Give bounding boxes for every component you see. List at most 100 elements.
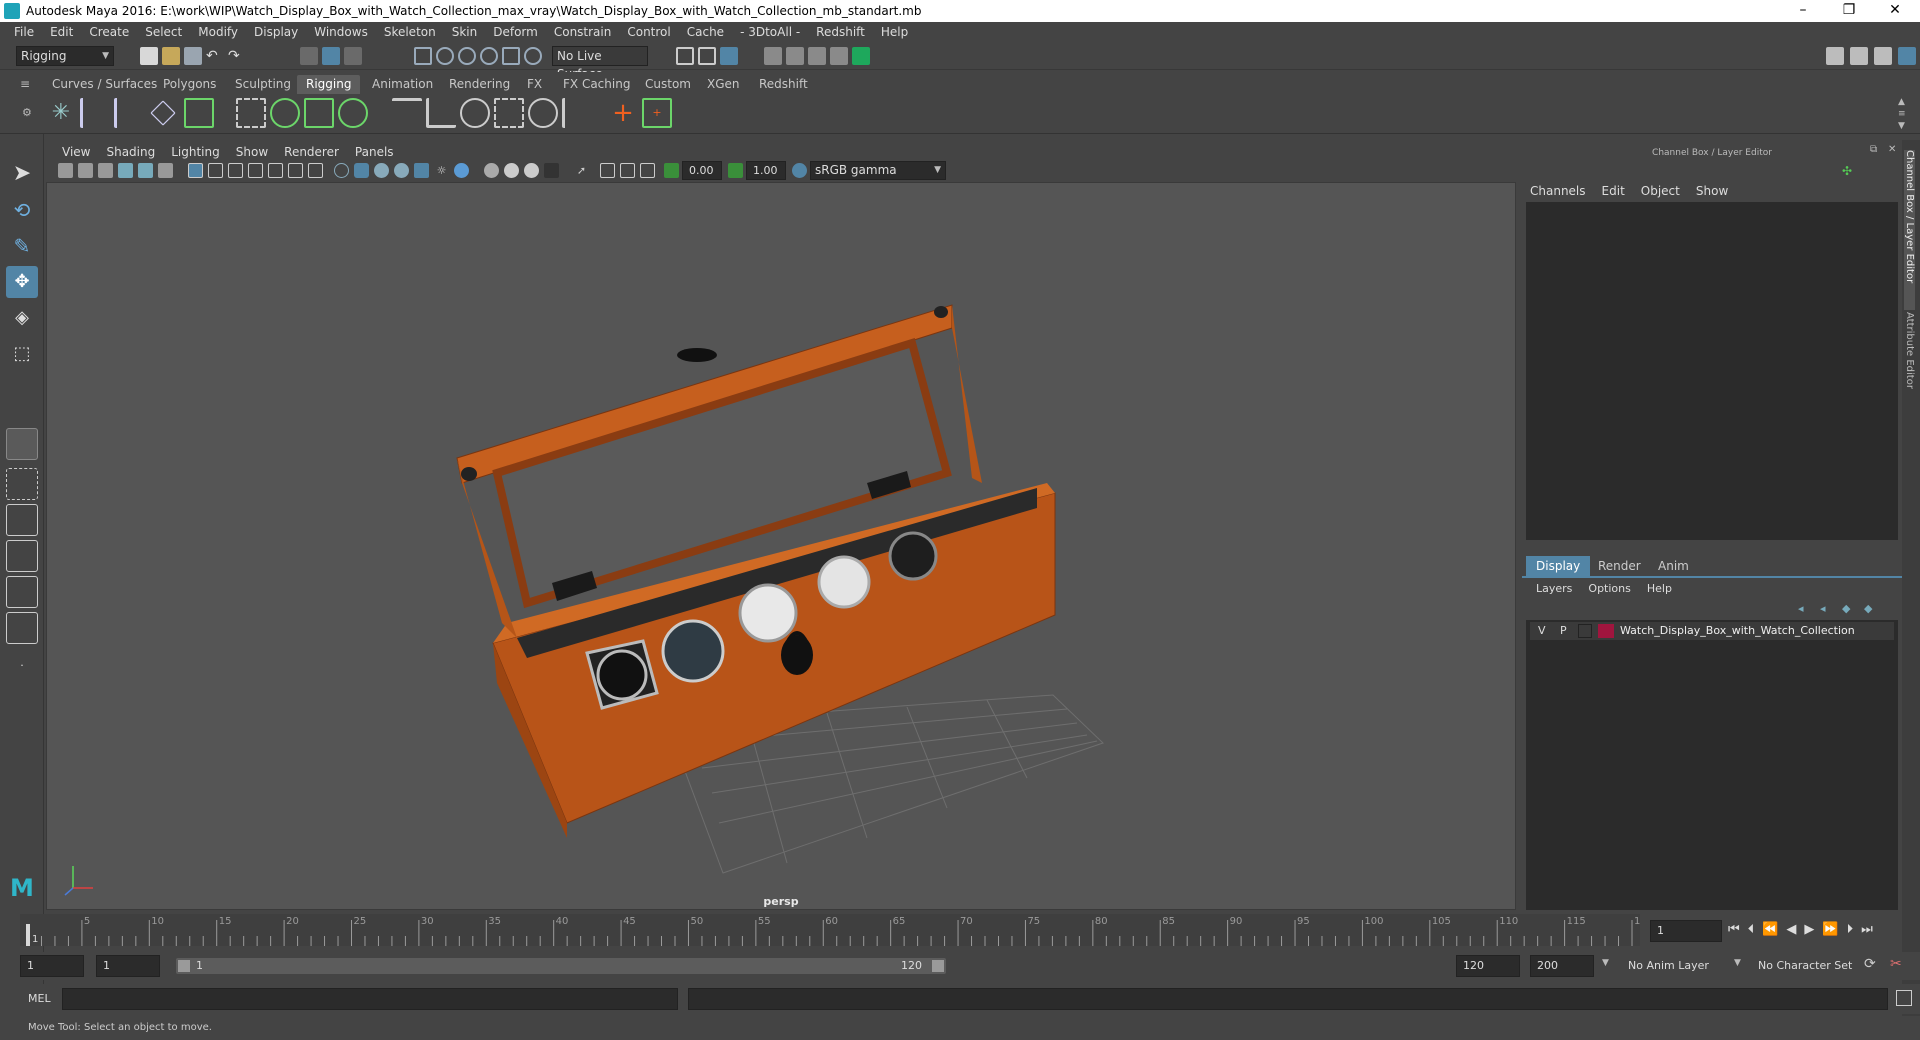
open-scene-icon[interactable] xyxy=(162,47,180,65)
render-settings-icon[interactable] xyxy=(786,47,804,65)
lattice-icon[interactable] xyxy=(304,98,334,128)
perspective-viewport[interactable]: persp xyxy=(46,182,1516,910)
step-back-key-icon[interactable]: ⏪ xyxy=(1762,922,1778,937)
wireframe-icon[interactable] xyxy=(334,163,349,178)
field-chart-icon[interactable] xyxy=(268,163,283,178)
menu-cache[interactable]: Cache xyxy=(679,25,732,39)
select-object-icon[interactable] xyxy=(322,47,340,65)
persp-graph-layout-icon[interactable] xyxy=(6,540,38,572)
use-all-lights-icon[interactable]: ☼ xyxy=(434,163,449,178)
xray-joints-icon[interactable] xyxy=(600,163,615,178)
locator-icon[interactable] xyxy=(150,100,176,126)
redshift-render-icon[interactable] xyxy=(852,47,870,65)
ik-spline-icon[interactable] xyxy=(114,98,144,128)
step-back-frame-icon[interactable]: ⏴ xyxy=(1748,922,1755,937)
menu-select[interactable]: Select xyxy=(137,25,190,39)
character-set-arrow-icon[interactable]: ▼ xyxy=(1734,958,1741,968)
new-scene-icon[interactable] xyxy=(140,47,158,65)
close-panel-icon[interactable]: ✕ xyxy=(1888,144,1896,155)
persp-hypershade-layout-icon[interactable] xyxy=(6,576,38,608)
layer-reference-toggle[interactable] xyxy=(1578,624,1592,638)
layer-name[interactable]: Watch_Display_Box_with_Watch_Collection xyxy=(1620,624,1855,637)
render-setup-icon[interactable] xyxy=(830,47,848,65)
character-set-dropdown[interactable]: No Character Set xyxy=(1752,955,1864,977)
backface-culling-icon[interactable] xyxy=(640,163,655,178)
move-layer-up-icon[interactable]: ◂ xyxy=(1798,602,1804,615)
paint-select-tool-icon[interactable]: ✎ xyxy=(6,230,38,262)
tab-rendering[interactable]: Rendering xyxy=(440,75,519,94)
undo-icon[interactable]: ↶ xyxy=(206,47,224,65)
start-time-field[interactable]: 1 xyxy=(20,955,84,977)
tab-fx-caching[interactable]: FX Caching xyxy=(554,75,639,94)
textured-icon[interactable] xyxy=(414,163,429,178)
scale-tool-icon[interactable]: ⬚ xyxy=(6,338,38,370)
range-start-handle[interactable] xyxy=(178,960,190,972)
vp-menu-shading[interactable]: Shading xyxy=(98,145,163,159)
tab-sculpting[interactable]: Sculpting xyxy=(226,75,300,94)
shadows-icon[interactable] xyxy=(454,163,469,178)
ipr-render-icon[interactable] xyxy=(720,47,738,65)
layer-playback-toggle[interactable]: P xyxy=(1560,624,1567,637)
select-hierarchy-icon[interactable] xyxy=(300,47,318,65)
xray-active-icon[interactable] xyxy=(620,163,635,178)
ik-handle-icon[interactable] xyxy=(80,98,110,128)
grid-toggle-icon[interactable] xyxy=(188,163,203,178)
script-editor-icon[interactable] xyxy=(1896,990,1912,1006)
select-tool-icon[interactable]: ➤ xyxy=(6,158,38,190)
select-component-icon[interactable] xyxy=(344,47,362,65)
cb-menu-channels[interactable]: Channels xyxy=(1530,184,1586,198)
vp-menu-renderer[interactable]: Renderer xyxy=(276,145,347,159)
tab-rigging[interactable]: Rigging xyxy=(297,75,361,94)
add-influence-icon[interactable]: + xyxy=(608,98,638,128)
step-forward-key-icon[interactable]: ⏩ xyxy=(1822,922,1838,937)
vp-menu-lighting[interactable]: Lighting xyxy=(163,145,228,159)
anim-layer-dropdown[interactable]: No Anim Layer xyxy=(1622,955,1734,977)
exposure-icon[interactable] xyxy=(664,163,679,178)
snap-point-icon[interactable] xyxy=(458,47,476,65)
tab-custom[interactable]: Custom xyxy=(636,75,700,94)
isolate-select-icon[interactable]: ➚ xyxy=(574,163,589,178)
vp-menu-panels[interactable]: Panels xyxy=(347,145,402,159)
cb-menu-edit[interactable]: Edit xyxy=(1602,184,1625,198)
view-transform-dropdown[interactable]: sRGB gamma ▼ xyxy=(810,161,946,180)
tab-polygons[interactable]: Polygons xyxy=(154,75,225,94)
cb-menu-show[interactable]: Show xyxy=(1696,184,1728,198)
layer-visibility-toggle[interactable]: V xyxy=(1538,624,1546,637)
depth-of-field-icon[interactable] xyxy=(544,163,559,178)
tab-fx[interactable]: FX xyxy=(518,75,551,94)
menu-3dtoall[interactable]: - 3DtoAll - xyxy=(732,25,808,39)
range-end-handle[interactable] xyxy=(932,960,944,972)
menu-help[interactable]: Help xyxy=(873,25,916,39)
motion-blur-icon[interactable] xyxy=(504,163,519,178)
time-slider[interactable]: 5 10 15 20 25 30 35 40 45 50 55 60 65 70 75 80 85 90 95 100… xyxy=(20,914,1653,946)
layer-row[interactable]: V P Watch_Display_Box_with_Watch_Collect… xyxy=(1530,622,1894,640)
le-menu-layers[interactable]: Layers xyxy=(1536,582,1572,595)
new-empty-layer-icon[interactable]: ◆ xyxy=(1842,602,1850,615)
menu-file[interactable]: File xyxy=(6,25,42,39)
move-layer-down-icon[interactable]: ◂ xyxy=(1820,602,1826,615)
aim-constraint-icon[interactable] xyxy=(528,98,558,128)
current-time-marker[interactable] xyxy=(26,924,30,946)
animation-preferences-icon[interactable]: ✂ xyxy=(1890,956,1902,972)
snap-live-icon[interactable] xyxy=(524,47,542,65)
vp-menu-view[interactable]: View xyxy=(54,145,98,159)
resolution-gate-icon[interactable] xyxy=(228,163,243,178)
film-gate-icon[interactable] xyxy=(208,163,223,178)
menu-skeleton[interactable]: Skeleton xyxy=(376,25,444,39)
cluster-icon[interactable] xyxy=(338,98,368,128)
four-view-layout-icon[interactable] xyxy=(6,468,38,500)
gamma-field[interactable]: 1.00 xyxy=(746,161,786,180)
menu-edit[interactable]: Edit xyxy=(42,25,81,39)
shelf-settings-icon[interactable]: ⚙ xyxy=(22,106,32,119)
redo-icon[interactable]: ↷ xyxy=(228,47,246,65)
snap-curve-icon[interactable] xyxy=(436,47,454,65)
restore-button[interactable]: ❐ xyxy=(1826,0,1872,22)
hik-control-icon[interactable]: + xyxy=(642,98,672,128)
orient-constraint-icon[interactable] xyxy=(426,98,456,128)
snap-surface-icon[interactable] xyxy=(502,47,520,65)
channel-box-toggle-icon[interactable] xyxy=(1898,47,1916,65)
manipulator-icon[interactable]: ✣ xyxy=(1842,164,1852,178)
parent-constraint-icon[interactable] xyxy=(494,98,524,128)
select-camera-icon[interactable] xyxy=(58,163,73,178)
single-perspective-layout-icon[interactable] xyxy=(6,428,38,460)
